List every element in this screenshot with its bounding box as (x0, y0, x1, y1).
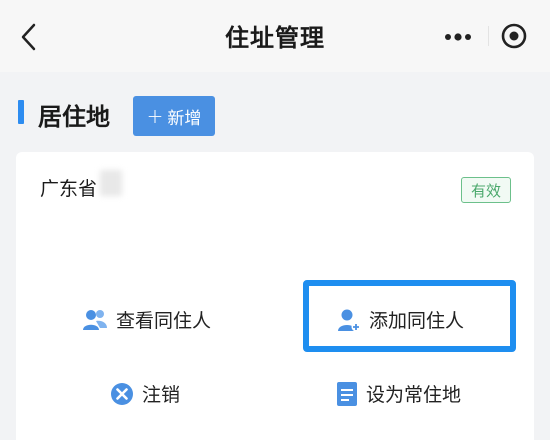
view-cohabitants-label: 查看同住人 (116, 310, 212, 332)
add-button-label: 新增 (167, 108, 202, 129)
set-permanent-label: 设为常住地 (366, 384, 462, 406)
set-permanent-residence-button[interactable]: 设为常住地 (336, 380, 461, 407)
plus-icon: + (146, 104, 164, 128)
document-icon (337, 381, 357, 406)
view-cohabitants-button[interactable]: 查看同住人 (82, 306, 211, 333)
cancel-residence-button[interactable]: 注销 (110, 380, 180, 407)
residence-address: 广东省 (40, 178, 98, 200)
section-title: 居住地 (38, 103, 110, 131)
target-circle-icon[interactable] (500, 22, 528, 50)
navigation-bar: 住址管理 (0, 0, 550, 72)
add-cohabitant-label: 添加同住人 (369, 310, 465, 332)
close-circle-icon (111, 382, 133, 405)
add-residence-button[interactable]: + 新增 (133, 96, 215, 136)
add-person-icon (338, 309, 361, 331)
more-dots-icon[interactable] (440, 24, 476, 50)
add-cohabitant-button[interactable]: 添加同住人 (337, 306, 464, 333)
capsule-divider (488, 26, 489, 46)
people-icon (83, 309, 107, 330)
redacted-address-blur (100, 170, 122, 196)
section-accent-bar (18, 100, 24, 124)
cancel-label: 注销 (142, 384, 181, 406)
status-badge: 有效 (461, 177, 511, 203)
